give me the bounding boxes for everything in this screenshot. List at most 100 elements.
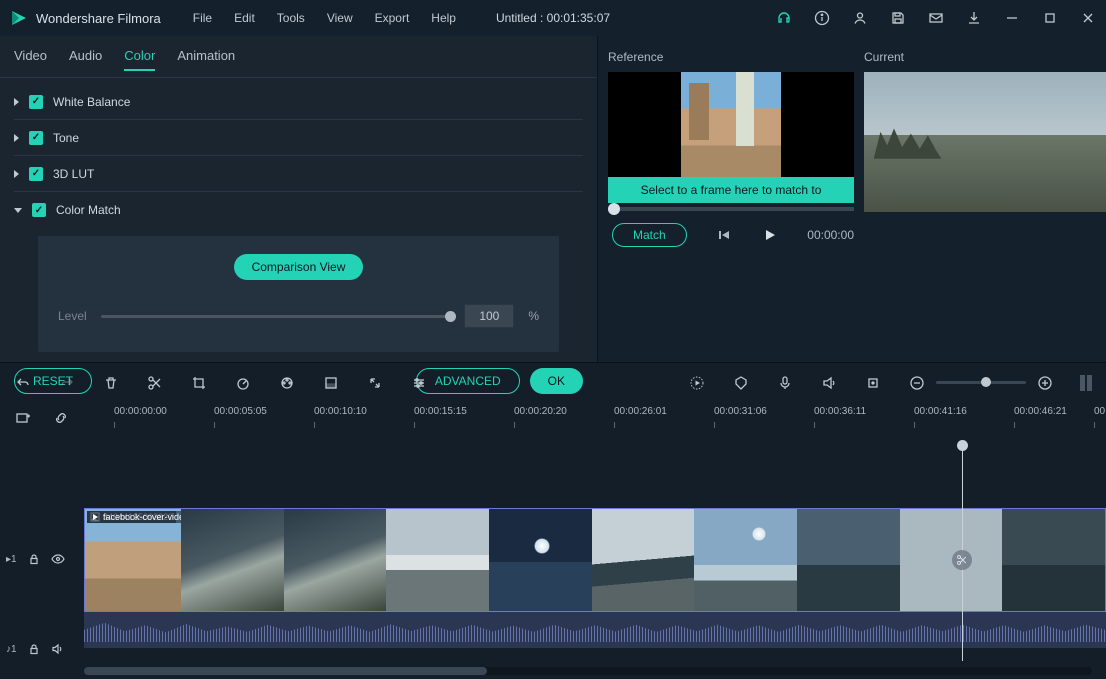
info-icon[interactable] (814, 10, 830, 26)
zoom-slider[interactable] (936, 381, 1026, 384)
ok-button[interactable]: OK (530, 368, 583, 394)
snap-icon[interactable] (864, 374, 882, 392)
timeline-scrollbar[interactable] (84, 667, 1092, 675)
crop-icon[interactable] (190, 374, 208, 392)
delete-icon[interactable] (102, 374, 120, 392)
ruler-tick: 00:00:46:21 (1014, 406, 1067, 417)
redo-icon[interactable] (58, 374, 76, 392)
close-icon[interactable] (1080, 10, 1096, 26)
clip-2-label: facebook-cover-video (87, 511, 192, 523)
ruler-tick: 00:0 (1094, 406, 1106, 417)
render-icon[interactable] (688, 374, 706, 392)
checkbox-white-balance[interactable] (29, 95, 43, 109)
row-white-balance[interactable]: White Balance (14, 84, 583, 120)
prev-frame-icon[interactable] (717, 227, 732, 243)
menu-view[interactable]: View (327, 11, 353, 25)
audio-track-number: 1 (11, 644, 17, 655)
checkbox-color-match[interactable] (32, 203, 46, 217)
tab-audio[interactable]: Audio (69, 42, 102, 71)
level-slider[interactable] (101, 315, 451, 318)
menu-help[interactable]: Help (431, 11, 456, 25)
voiceover-icon[interactable] (776, 374, 794, 392)
row-3d-lut[interactable]: 3D LUT (14, 156, 583, 192)
zoom-out-icon[interactable] (908, 374, 926, 392)
main-menu: File Edit Tools View Export Help (193, 11, 456, 25)
row-color-match[interactable]: Color Match (14, 192, 583, 228)
preview-panel: Reference Select to a frame here to matc… (598, 36, 1106, 362)
preview-time: 00:00:00 (807, 228, 854, 242)
current-frame (864, 72, 1106, 212)
maximize-icon[interactable] (1042, 10, 1058, 26)
ruler-tick: 00:00:31:06 (714, 406, 767, 417)
comparison-view-button[interactable]: Comparison View (234, 254, 364, 280)
menu-edit[interactable]: Edit (234, 11, 255, 25)
lock-icon[interactable] (27, 642, 41, 656)
ruler-tick: 00:00:10:10 (314, 406, 367, 417)
save-icon[interactable] (890, 10, 906, 26)
audio-waveform[interactable] (84, 612, 1106, 648)
app-name: Wondershare Filmora (36, 11, 161, 26)
ruler-tick: 00:00:36:11 (814, 406, 866, 417)
expand-icon[interactable] (14, 170, 19, 178)
panel-tabs: Video Audio Color Animation (0, 42, 597, 78)
reference-scrubber[interactable] (608, 207, 854, 211)
ruler-tick: 00:00:15:15 (414, 406, 467, 417)
video-track-number: 1 (11, 554, 17, 565)
account-icon[interactable] (852, 10, 868, 26)
speed-icon[interactable] (234, 374, 252, 392)
play-icon[interactable] (762, 227, 777, 243)
lock-icon[interactable] (27, 552, 41, 566)
match-button[interactable]: Match (612, 223, 687, 247)
tab-animation[interactable]: Animation (177, 42, 235, 71)
undo-icon[interactable] (14, 374, 32, 392)
mute-icon[interactable] (51, 642, 65, 656)
download-icon[interactable] (966, 10, 982, 26)
app-logo-icon (10, 9, 28, 27)
ruler-tick: 00:00:20:20 (514, 406, 567, 417)
color-panel: Video Audio Color Animation White Balanc… (0, 36, 598, 362)
split-icon[interactable] (146, 374, 164, 392)
eye-icon[interactable] (51, 552, 65, 566)
level-label: Level (58, 309, 87, 323)
menu-export[interactable]: Export (375, 11, 410, 25)
level-unit: % (528, 309, 539, 323)
add-track-icon[interactable] (14, 409, 32, 427)
color-icon[interactable] (278, 374, 296, 392)
adjust-icon[interactable] (410, 374, 428, 392)
expand-icon[interactable] (14, 134, 19, 142)
mixer-icon[interactable] (820, 374, 838, 392)
color-match-body: Comparison View Level 100 % (38, 236, 559, 352)
ruler-tick: 00:00:00:00 (114, 406, 167, 417)
green-screen-icon[interactable] (322, 374, 340, 392)
marker-icon[interactable] (732, 374, 750, 392)
match-hint: Select to a frame here to match to (608, 177, 854, 203)
audio-track-header: ♪1 (0, 642, 78, 656)
menu-file[interactable]: File (193, 11, 212, 25)
mail-icon[interactable] (928, 10, 944, 26)
split-marker-icon[interactable] (952, 550, 972, 570)
expand-icon[interactable] (14, 98, 19, 106)
time-ruler[interactable]: 00:00:00:00 00:00:05:05 00:00:10:10 00:0… (84, 406, 1106, 436)
checkbox-tone[interactable] (29, 131, 43, 145)
reference-title: Reference (608, 50, 854, 64)
zoom-in-icon[interactable] (1036, 374, 1054, 392)
clip-1[interactable]: 34044125002820 (85, 509, 181, 611)
video-track-header: ▸1 (0, 552, 78, 566)
advanced-button[interactable]: ADVANCED (416, 368, 520, 394)
label-tone: Tone (53, 131, 79, 145)
reference-frame (608, 72, 854, 177)
detach-icon[interactable] (366, 374, 384, 392)
collapse-icon[interactable] (14, 208, 22, 213)
label-3d-lut: 3D LUT (53, 167, 94, 181)
tab-video[interactable]: Video (14, 42, 47, 71)
label-white-balance: White Balance (53, 95, 130, 109)
minimize-icon[interactable] (1004, 10, 1020, 26)
checkbox-3d-lut[interactable] (29, 167, 43, 181)
level-value[interactable]: 100 (464, 304, 514, 328)
fit-timeline-icon[interactable] (1080, 375, 1092, 391)
support-icon[interactable] (776, 10, 792, 26)
link-icon[interactable] (52, 409, 70, 427)
menu-tools[interactable]: Tools (277, 11, 305, 25)
row-tone[interactable]: Tone (14, 120, 583, 156)
tab-color[interactable]: Color (124, 42, 155, 71)
